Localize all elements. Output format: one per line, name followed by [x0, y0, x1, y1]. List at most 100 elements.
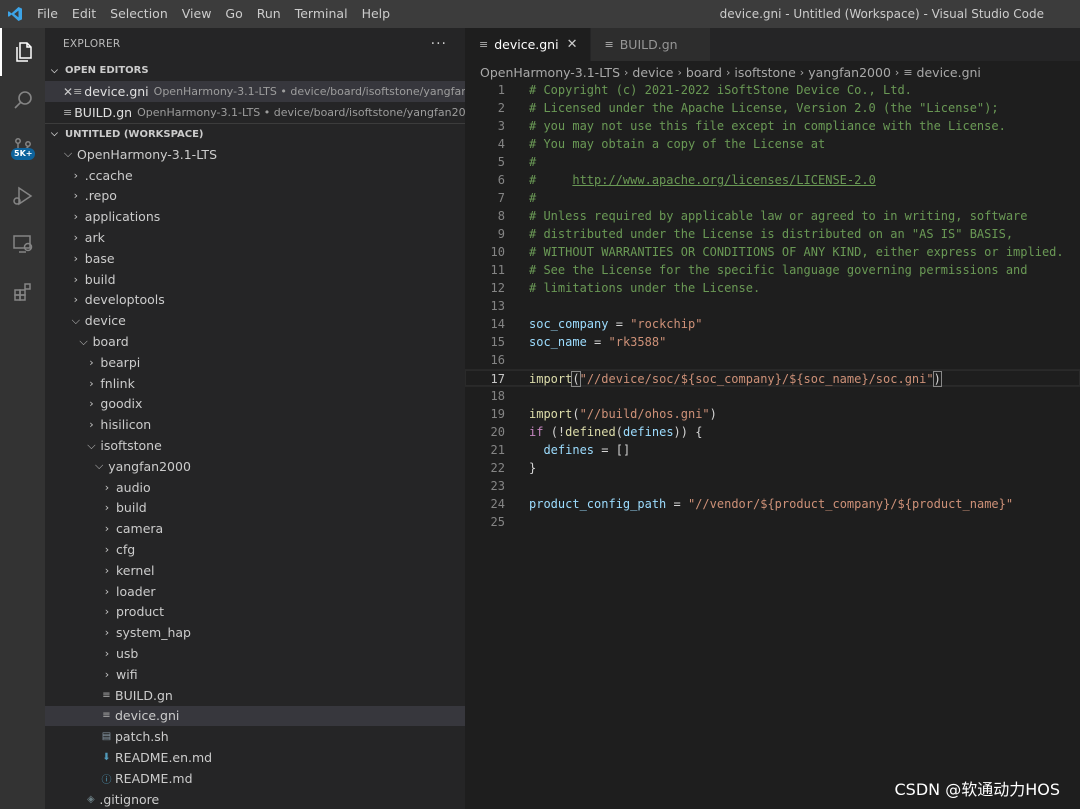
code-line[interactable]: 17 import("//device/soc/${soc_company}/${… [465, 369, 1080, 387]
code-line[interactable]: 1 # Copyright (c) 2021-2022 iSoftStone De… [465, 81, 1080, 99]
tree-item[interactable]: › camera [45, 518, 465, 539]
explorer-header: EXPLORER ··· [45, 28, 465, 60]
breadcrumb-item[interactable]: yangfan2000 [808, 65, 891, 80]
tab-build-gn[interactable]: ≡ BUILD.gn [590, 28, 711, 61]
tree-item[interactable]: › hisilicon [45, 414, 465, 435]
code-line[interactable]: 7 # [465, 189, 1080, 207]
menu-file[interactable]: File [30, 0, 65, 28]
tree-item[interactable]: ≡ BUILD.gn [45, 685, 465, 706]
menu-run[interactable]: Run [250, 0, 288, 28]
menu-edit[interactable]: Edit [65, 0, 103, 28]
tree-item[interactable]: › base [45, 248, 465, 269]
tab-bar: ≡ device.gni ✕ ≡ BUILD.gn [465, 28, 1080, 61]
tree-item[interactable]: › fnlink [45, 373, 465, 394]
tree-item[interactable]: › wifi [45, 664, 465, 685]
code-line[interactable]: 14 soc_company = "rockchip" [465, 315, 1080, 333]
menu-help[interactable]: Help [355, 0, 398, 28]
code-line[interactable]: 21 defines = [] [465, 441, 1080, 459]
tree-item[interactable]: ⓘ README.md [45, 768, 465, 789]
tree-item[interactable]: › system_hap [45, 622, 465, 643]
source-control-icon[interactable]: 5K+ [0, 124, 45, 172]
code-line[interactable]: 20 if (!defined(defines)) { [465, 423, 1080, 441]
tree-item[interactable]: › loader [45, 581, 465, 602]
tree-item[interactable]: › .repo [45, 186, 465, 207]
chevron-right-icon: › [73, 251, 78, 265]
code-line[interactable]: 4 # You may obtain a copy of the License … [465, 135, 1080, 153]
breadcrumb-item[interactable]: isoftstone [734, 65, 795, 80]
tree-item-label: bearpi [100, 354, 141, 370]
tree-item[interactable]: › .ccache [45, 165, 465, 186]
breadcrumb-item[interactable]: device.gni [917, 65, 981, 80]
tree-item[interactable]: › developtools [45, 290, 465, 311]
close-icon[interactable]: ✕ [63, 85, 73, 99]
code-line[interactable]: 2 # Licensed under the Apache License, Ve… [465, 99, 1080, 117]
tree-item[interactable]: › kernel [45, 560, 465, 581]
menu-terminal[interactable]: Terminal [288, 0, 355, 28]
tree-item[interactable]: ⌵ OpenHarmony-3.1-LTS [45, 144, 465, 165]
more-actions-icon[interactable]: ··· [431, 36, 447, 52]
tree-item[interactable]: › applications [45, 206, 465, 227]
open-editor-item[interactable]: ≡ BUILD.gn OpenHarmony-3.1-LTS • device/… [45, 102, 465, 123]
workspace-header[interactable]: ⌵ UNTITLED (WORKSPACE) [45, 123, 465, 144]
code-line[interactable]: 25 [465, 513, 1080, 531]
tree-item[interactable]: › usb [45, 643, 465, 664]
code-editor[interactable]: 1 # Copyright (c) 2021-2022 iSoftStone De… [465, 81, 1080, 531]
tree-item[interactable]: ▤ patch.sh [45, 726, 465, 747]
code-line[interactable]: 11 # See the License for the specific lan… [465, 261, 1080, 279]
tree-item[interactable]: › goodix [45, 394, 465, 415]
code-line[interactable]: 9 # distributed under the License is dist… [465, 225, 1080, 243]
code-line[interactable]: 10 # WITHOUT WARRANTIES OR CONDITIONS OF … [465, 243, 1080, 261]
explorer-icon[interactable] [0, 28, 45, 76]
tree-item[interactable]: › ark [45, 227, 465, 248]
chevron-right-icon: › [799, 65, 805, 79]
tree-item-label: system_hap [116, 625, 191, 641]
tree-item[interactable]: ≡ device.gni [45, 705, 465, 727]
close-icon[interactable]: ✕ [567, 37, 578, 52]
code-line[interactable]: 3 # you may not use this file except in c… [465, 117, 1080, 135]
code-line[interactable]: 24 product_config_path = "//vendor/${prod… [465, 495, 1080, 513]
code-line[interactable]: 18 [465, 387, 1080, 405]
open-editors-header[interactable]: ⌵ OPEN EDITORS [45, 60, 465, 81]
code-line[interactable]: 6 # http://www.apache.org/licenses/LICENS… [465, 171, 1080, 189]
line-number: 23 [490, 479, 505, 493]
tab-device-gni[interactable]: ≡ device.gni ✕ [465, 28, 591, 61]
breadcrumb-item[interactable]: device [632, 65, 673, 80]
code-line[interactable]: 5 # [465, 153, 1080, 171]
open-editor-item[interactable]: ✕ ≡ device.gni OpenHarmony-3.1-LTS • dev… [45, 81, 465, 102]
tree-item[interactable]: ⌵ device [45, 310, 465, 331]
tree-item[interactable]: › bearpi [45, 352, 465, 373]
tree-item-label: goodix [100, 396, 143, 412]
tree-item-label: loader [116, 583, 156, 599]
code-line[interactable]: 22} [465, 459, 1080, 477]
chevron-right-icon: › [677, 65, 682, 79]
run-debug-icon[interactable] [0, 172, 45, 220]
code-line[interactable]: 16 [465, 351, 1080, 369]
search-icon[interactable] [0, 76, 45, 124]
tree-item[interactable]: › build [45, 269, 465, 290]
tab-label: BUILD.gn [619, 37, 678, 52]
chevron-right-icon: › [104, 501, 110, 515]
code-line[interactable]: 15 soc_name = "rk3588" [465, 333, 1080, 351]
menu-go[interactable]: Go [218, 0, 249, 28]
tree-item[interactable]: › product [45, 602, 465, 623]
tree-item[interactable]: ⬇ README.en.md [45, 747, 465, 768]
tree-item[interactable]: ◈ .gitignore [45, 789, 465, 809]
extensions-icon[interactable] [0, 268, 45, 316]
code-line[interactable]: 19 import("//build/ohos.gni") [465, 405, 1080, 423]
tree-item[interactable]: ⌵ isoftstone [45, 435, 465, 456]
menu-selection[interactable]: Selection [103, 0, 175, 28]
breadcrumb-item[interactable]: OpenHarmony-3.1-LTS [480, 65, 620, 80]
code-line[interactable]: 8 # Unless required by applicable law or … [465, 207, 1080, 225]
menu-view[interactable]: View [175, 0, 219, 28]
code-line[interactable]: 13 [465, 297, 1080, 315]
tree-item[interactable]: ⌵ yangfan2000 [45, 456, 465, 477]
tree-item[interactable]: › build [45, 498, 465, 519]
code-line[interactable]: 12 # limitations under the License. [465, 279, 1080, 297]
tree-item[interactable]: › audio [45, 477, 465, 498]
tree-item-label: kernel [116, 562, 155, 578]
tree-item[interactable]: ⌵ board [45, 331, 465, 352]
code-line[interactable]: 23 [465, 477, 1080, 495]
breadcrumb-item[interactable]: board [686, 65, 722, 80]
tree-item[interactable]: › cfg [45, 539, 465, 560]
remote-explorer-icon[interactable] [0, 220, 45, 268]
